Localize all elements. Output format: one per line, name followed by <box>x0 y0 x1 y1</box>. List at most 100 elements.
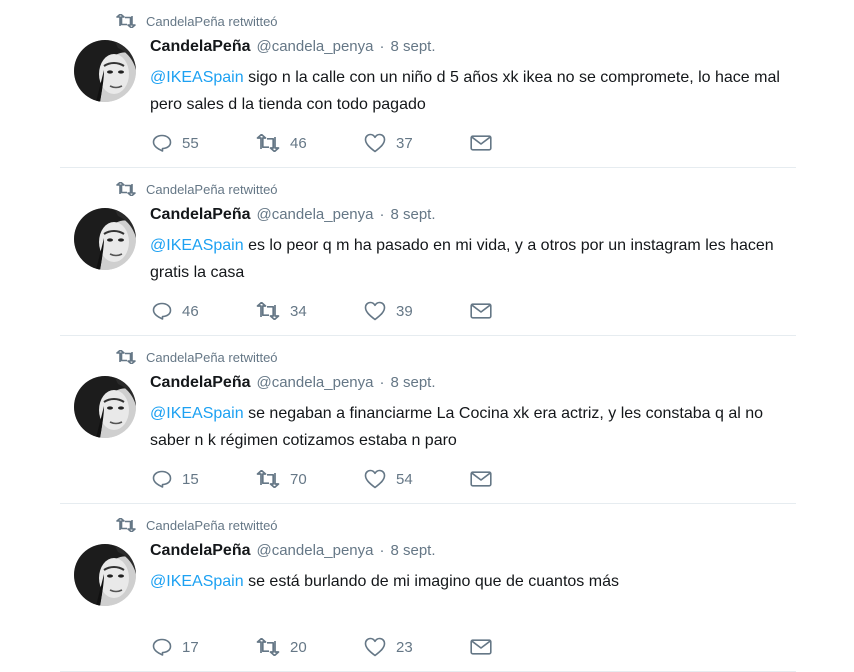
separator-dot: · <box>379 38 385 55</box>
mention-link[interactable]: @IKEASpain <box>150 573 244 590</box>
retweet-button[interactable]: 70 <box>256 468 307 490</box>
retweet-button[interactable]: 46 <box>256 132 307 154</box>
direct-message-button[interactable] <box>470 132 492 154</box>
retweeted-by-label[interactable]: CandelaPeña retwitteó <box>146 350 278 365</box>
tweet-text: @IKEASpain se está burlando de mi imagin… <box>150 568 790 595</box>
tweet-body: sigo n la calle con un niño d 5 años xk … <box>150 69 780 113</box>
heart-icon <box>364 133 386 153</box>
retweeted-by: CandelaPeña retwitteó <box>116 516 278 534</box>
tweet-text: @IKEASpain se negaban a financiarme La C… <box>150 400 790 454</box>
like-button[interactable]: 23 <box>364 636 413 658</box>
tweet[interactable]: CandelaPeña retwitteó CandelaPeña @cande… <box>60 0 796 168</box>
tweet-actions: 17 20 23 <box>150 636 570 658</box>
heart-icon <box>364 301 386 321</box>
user-handle[interactable]: @candela_penya <box>256 374 373 391</box>
reply-count: 55 <box>182 134 199 152</box>
retweet-icon <box>116 14 136 28</box>
user-handle[interactable]: @candela_penya <box>256 38 373 55</box>
retweet-button[interactable]: 34 <box>256 300 307 322</box>
reply-icon <box>152 134 172 152</box>
like-count: 23 <box>396 638 413 656</box>
reply-count: 46 <box>182 302 199 320</box>
separator-dot: · <box>379 542 385 559</box>
retweet-button[interactable]: 20 <box>256 636 307 658</box>
tweet-actions: 46 34 39 <box>150 300 570 322</box>
retweet-icon <box>256 470 280 488</box>
reply-button[interactable]: 15 <box>152 468 199 490</box>
retweet-icon <box>256 638 280 656</box>
envelope-icon <box>470 471 492 487</box>
tweet-actions: 15 70 54 <box>150 468 570 490</box>
avatar[interactable] <box>74 544 136 606</box>
retweet-count: 34 <box>290 302 307 320</box>
display-name[interactable]: CandelaPeña <box>150 38 250 56</box>
mention-link[interactable]: @IKEASpain <box>150 405 244 422</box>
like-count: 37 <box>396 134 413 152</box>
timestamp[interactable]: 8 sept. <box>390 542 435 559</box>
direct-message-button[interactable] <box>470 636 492 658</box>
display-name[interactable]: CandelaPeña <box>150 206 250 224</box>
user-handle[interactable]: @candela_penya <box>256 542 373 559</box>
retweet-icon <box>116 518 136 532</box>
user-handle[interactable]: @candela_penya <box>256 206 373 223</box>
separator-dot: · <box>379 374 385 391</box>
timestamp[interactable]: 8 sept. <box>390 38 435 55</box>
separator-dot: · <box>379 206 385 223</box>
tweet-body: es lo peor q m ha pasado en mi vida, y a… <box>150 237 774 281</box>
heart-icon <box>364 469 386 489</box>
timestamp[interactable]: 8 sept. <box>390 374 435 391</box>
tweet-body: se está burlando de mi imagino que de cu… <box>243 573 619 590</box>
tweet-actions: 55 46 37 <box>150 132 570 154</box>
reply-button[interactable]: 55 <box>152 132 199 154</box>
tweet[interactable]: CandelaPeña retwitteó CandelaPeña @cande… <box>60 336 796 504</box>
envelope-icon <box>470 135 492 151</box>
retweet-count: 46 <box>290 134 307 152</box>
direct-message-button[interactable] <box>470 468 492 490</box>
heart-icon <box>364 637 386 657</box>
retweeted-by-label[interactable]: CandelaPeña retwitteó <box>146 182 278 197</box>
retweet-count: 70 <box>290 470 307 488</box>
like-button[interactable]: 37 <box>364 132 413 154</box>
retweet-icon <box>256 134 280 152</box>
tweet-header: CandelaPeña @candela_penya · 8 sept. <box>150 206 436 228</box>
retweet-icon <box>256 302 280 320</box>
reply-icon <box>152 470 172 488</box>
retweeted-by-label[interactable]: CandelaPeña retwitteó <box>146 14 278 29</box>
timestamp[interactable]: 8 sept. <box>390 206 435 223</box>
display-name[interactable]: CandelaPeña <box>150 542 250 560</box>
tweet-text: @IKEASpain es lo peor q m ha pasado en m… <box>150 232 790 286</box>
tweet-header: CandelaPeña @candela_penya · 8 sept. <box>150 38 436 60</box>
like-count: 54 <box>396 470 413 488</box>
avatar[interactable] <box>74 376 136 438</box>
tweet-header: CandelaPeña @candela_penya · 8 sept. <box>150 374 436 396</box>
display-name[interactable]: CandelaPeña <box>150 374 250 392</box>
mention-link[interactable]: @IKEASpain <box>150 69 244 86</box>
retweeted-by-label[interactable]: CandelaPeña retwitteó <box>146 518 278 533</box>
tweet-text: @IKEASpain sigo n la calle con un niño d… <box>150 64 790 118</box>
tweet[interactable]: CandelaPeña retwitteó CandelaPeña @cande… <box>60 168 796 336</box>
retweeted-by: CandelaPeña retwitteó <box>116 180 278 198</box>
envelope-icon <box>470 639 492 655</box>
retweeted-by: CandelaPeña retwitteó <box>116 12 278 30</box>
reply-count: 15 <box>182 470 199 488</box>
reply-icon <box>152 638 172 656</box>
retweet-count: 20 <box>290 638 307 656</box>
avatar[interactable] <box>74 208 136 270</box>
direct-message-button[interactable] <box>470 300 492 322</box>
tweet[interactable]: CandelaPeña retwitteó CandelaPeña @cande… <box>60 504 796 672</box>
like-button[interactable]: 54 <box>364 468 413 490</box>
envelope-icon <box>470 303 492 319</box>
reply-icon <box>152 302 172 320</box>
mention-link[interactable]: @IKEASpain <box>150 237 244 254</box>
reply-count: 17 <box>182 638 199 656</box>
like-count: 39 <box>396 302 413 320</box>
avatar[interactable] <box>74 40 136 102</box>
retweet-icon <box>116 182 136 196</box>
like-button[interactable]: 39 <box>364 300 413 322</box>
retweet-icon <box>116 350 136 364</box>
retweeted-by: CandelaPeña retwitteó <box>116 348 278 366</box>
timeline: CandelaPeña retwitteó CandelaPeña @cande… <box>60 0 796 672</box>
reply-button[interactable]: 17 <box>152 636 199 658</box>
tweet-header: CandelaPeña @candela_penya · 8 sept. <box>150 542 436 564</box>
reply-button[interactable]: 46 <box>152 300 199 322</box>
